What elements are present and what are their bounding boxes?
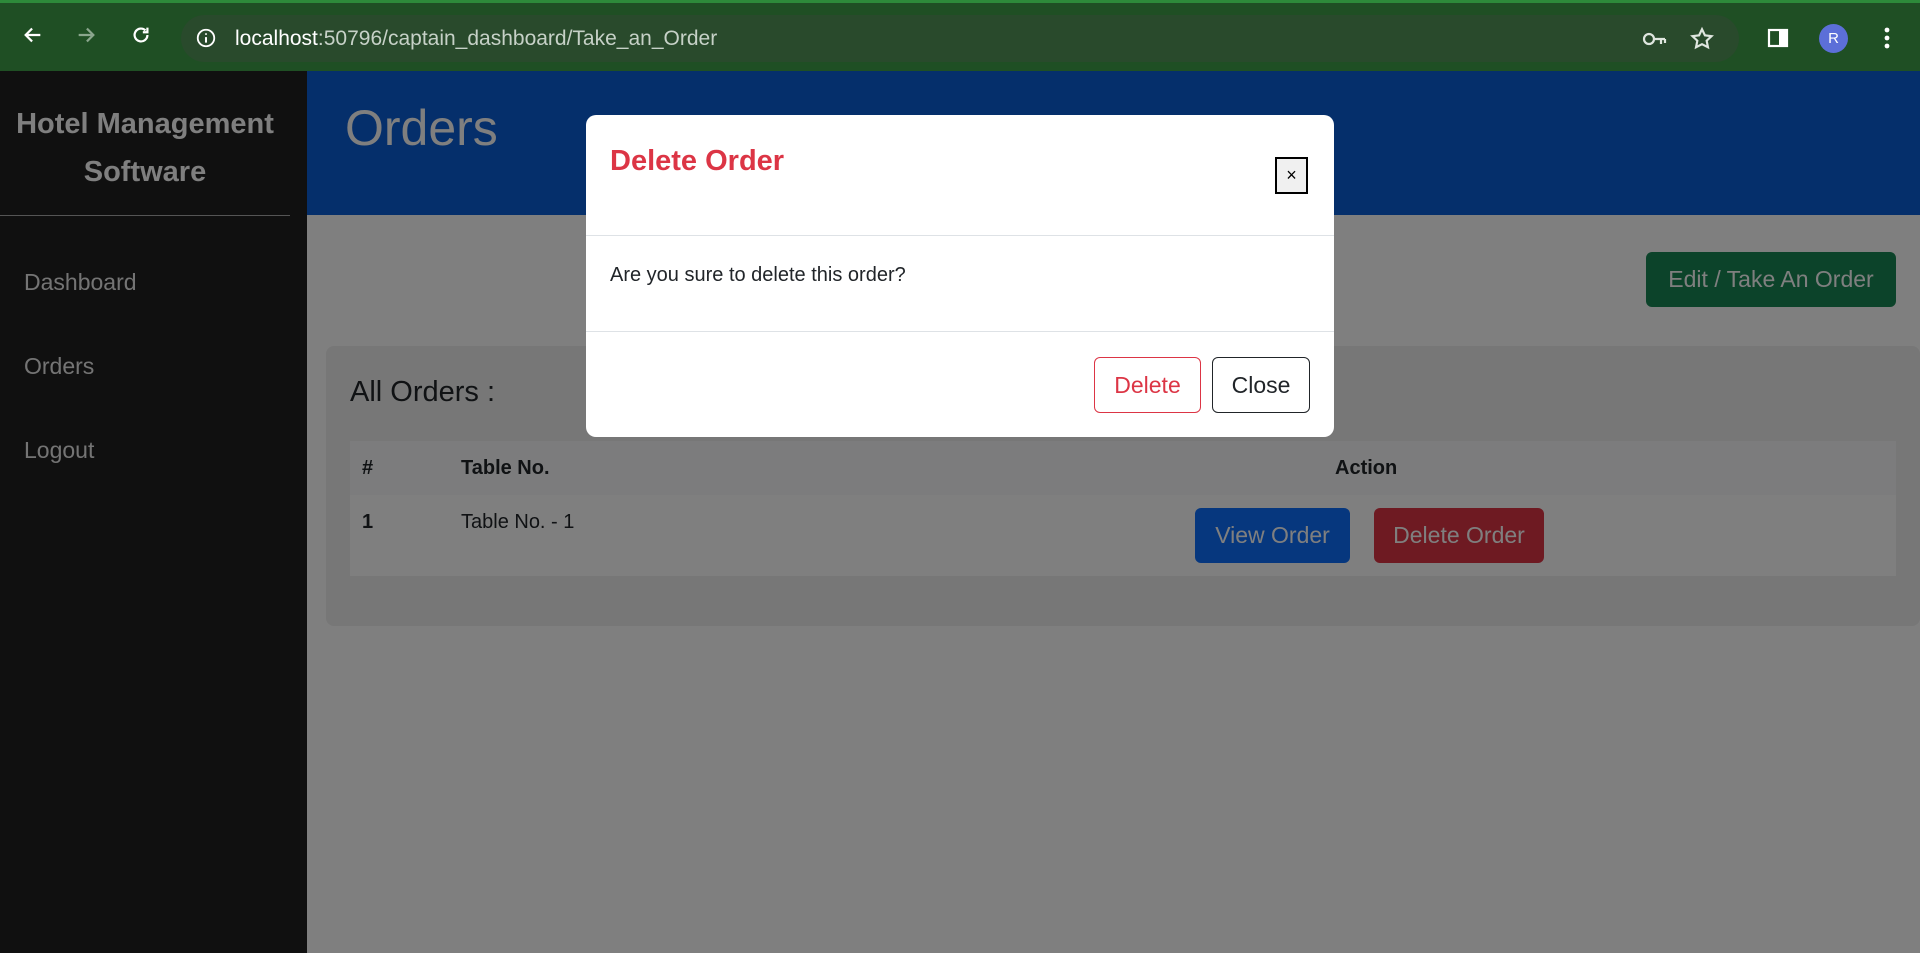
reload-button[interactable] [127,21,155,49]
modal-close-x-button[interactable]: × [1275,157,1308,194]
modal-message: Are you sure to delete this order? [610,264,906,286]
browser-toolbar: localhost:50796/captain_dashboard/Take_a… [0,0,1920,71]
delete-order-modal: Delete Order × Are you sure to delete th… [586,115,1334,437]
info-icon[interactable] [195,27,217,49]
profile-avatar[interactable]: R [1819,24,1848,53]
forward-arrow-icon [78,27,95,43]
modal-close-button[interactable]: Close [1212,357,1310,413]
kebab-menu-icon[interactable] [1875,25,1899,51]
bookmark-star-icon[interactable] [1689,26,1715,52]
back-button[interactable] [19,21,47,49]
url-path: :50796/captain_dashboard/Take_an_Order [317,27,718,50]
modal-divider [586,235,1334,236]
back-arrow-icon [24,27,41,43]
modal-title: Delete Order [610,145,785,177]
url-host: localhost [235,27,318,50]
modal-divider [586,331,1334,332]
address-bar[interactable]: localhost:50796/captain_dashboard/Take_a… [181,15,1739,62]
confirm-delete-button[interactable]: Delete [1094,357,1201,413]
url-text: localhost:50796/captain_dashboard/Take_a… [235,27,717,51]
forward-button[interactable] [72,21,100,49]
side-panel-icon[interactable] [1766,26,1790,50]
key-icon[interactable] [1641,26,1667,52]
reload-icon [133,27,149,43]
